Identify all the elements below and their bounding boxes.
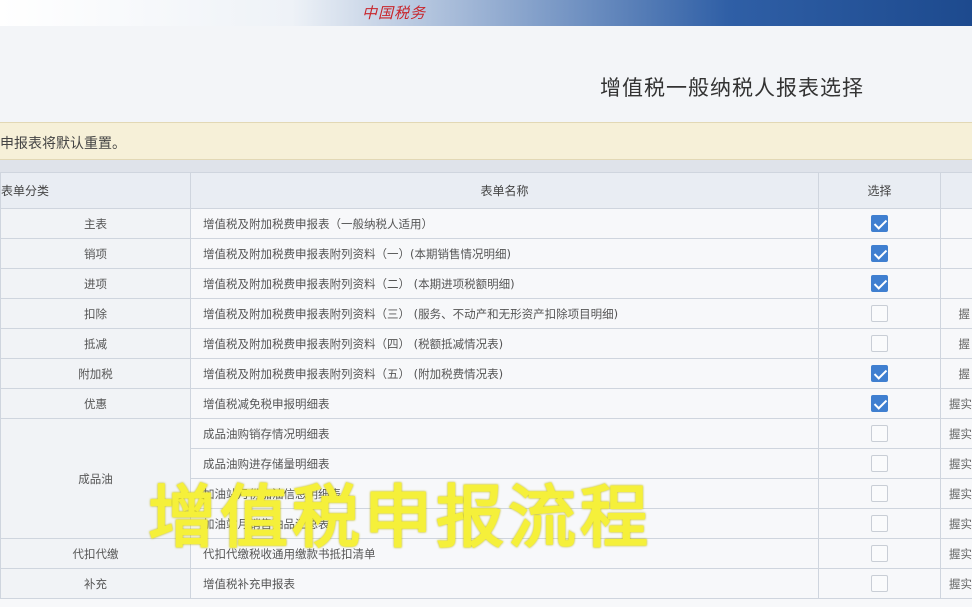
row-category: 进项 <box>0 268 191 299</box>
row-category: 销项 <box>0 238 191 269</box>
table-header-row: 表单分类 表单名称 选择 <box>0 172 972 209</box>
row-select-cell <box>818 328 941 359</box>
row-category: 补充 <box>0 568 191 599</box>
name-header: 表单名称 <box>190 172 819 209</box>
row-select-cell <box>818 358 941 389</box>
row-form-name: 成品油购销存情况明细表 <box>190 418 819 449</box>
table-row: 主表 增值税及附加税费申报表（一般纳税人适用） <box>0 208 972 239</box>
notice-bar: 申报表将默认重置。 <box>0 122 972 160</box>
row-category: 扣除 <box>0 298 191 329</box>
row-select-cell <box>818 268 941 299</box>
table-row: 附加税 增值税及附加税费申报表附列资料（五） (附加税费情况表) 握 <box>0 358 972 389</box>
select-checkbox[interactable] <box>871 395 888 412</box>
row-form-name: 增值税及附加税费申报表附列资料（四） (税额抵减情况表) <box>190 328 819 359</box>
row-extra-action[interactable]: 握实 <box>940 538 972 569</box>
video-caption-overlay: 增值税申报流程 <box>148 479 653 558</box>
select-checkbox[interactable] <box>871 485 888 502</box>
select-header: 选择 <box>818 172 941 209</box>
select-checkbox[interactable] <box>871 575 888 592</box>
extra-header <box>940 172 972 209</box>
page-title: 增值税一般纳税人报表选择 <box>600 76 864 100</box>
row-form-name: 增值税及附加税费申报表（一般纳税人适用） <box>190 208 819 239</box>
table-row: 成品油 成品油购销存情况明细表 握实 <box>0 418 972 539</box>
table-row: 扣除 增值税及附加税费申报表附列资料（三） (服务、不动产和无形资产扣除项目明细)… <box>0 298 972 329</box>
row-extra-action[interactable]: 握 <box>940 328 972 359</box>
select-checkbox[interactable] <box>871 425 888 442</box>
row-select-cell <box>818 238 941 269</box>
select-checkbox[interactable] <box>871 335 888 352</box>
row-extra-action[interactable]: 握实 <box>940 508 972 539</box>
row-category: 附加税 <box>0 358 191 389</box>
row-extra-action[interactable]: 握 <box>940 358 972 389</box>
table-row: 进项 增值税及附加税费申报表附列资料（二） (本期进项税额明细) <box>0 268 972 299</box>
row-select-cell <box>818 418 941 449</box>
row-select-cell <box>818 388 941 419</box>
site-logo: 中国税务 <box>362 4 427 22</box>
row-extra-action[interactable] <box>940 208 972 239</box>
row-form-name: 增值税减免税申报明细表 <box>190 388 819 419</box>
row-select-cell <box>818 538 941 569</box>
select-checkbox[interactable] <box>871 455 888 472</box>
row-extra-action[interactable]: 握实 <box>940 388 972 419</box>
select-checkbox[interactable] <box>871 275 888 292</box>
table-row: 优惠 增值税减免税申报明细表 握实 <box>0 388 972 419</box>
notice-text: 申报表将默认重置。 <box>0 136 126 152</box>
row-category: 优惠 <box>0 388 191 419</box>
row-form-name: 增值税及附加税费申报表附列资料（一）(本期销售情况明细) <box>190 238 819 269</box>
row-form-name: 增值税及附加税费申报表附列资料（三） (服务、不动产和无形资产扣除项目明细) <box>190 298 819 329</box>
table-row: 销项 增值税及附加税费申报表附列资料（一）(本期销售情况明细) <box>0 238 972 269</box>
select-checkbox[interactable] <box>871 545 888 562</box>
table-row: 抵减 增值税及附加税费申报表附列资料（四） (税额抵减情况表) 握 <box>0 328 972 359</box>
row-form-name: 增值税及附加税费申报表附列资料（二） (本期进项税额明细) <box>190 268 819 299</box>
row-select-cell <box>818 298 941 329</box>
select-checkbox[interactable] <box>871 245 888 262</box>
row-form-name: 增值税补充申报表 <box>190 568 819 599</box>
category-header: 表单分类 <box>0 172 191 209</box>
select-checkbox[interactable] <box>871 305 888 322</box>
row-extra-action[interactable] <box>940 238 972 269</box>
row-form-name: 增值税及附加税费申报表附列资料（五） (附加税费情况表) <box>190 358 819 389</box>
table-row: 补充 增值税补充申报表 握实 <box>0 568 972 599</box>
row-extra-action[interactable]: 握实 <box>940 568 972 599</box>
row-select-cell <box>818 508 941 539</box>
row-category: 主表 <box>0 208 191 239</box>
row-select-cell <box>818 568 941 599</box>
select-checkbox[interactable] <box>871 365 888 382</box>
row-category: 抵减 <box>0 328 191 359</box>
row-select-cell <box>818 448 941 479</box>
row-extra-action[interactable]: 握实 <box>940 478 972 509</box>
row-select-cell <box>818 208 941 239</box>
row-extra-action[interactable]: 握 <box>940 298 972 329</box>
select-checkbox[interactable] <box>871 215 888 232</box>
select-checkbox[interactable] <box>871 515 888 532</box>
top-banner: 中国税务 <box>0 0 972 26</box>
row-extra-action[interactable]: 握实 <box>940 418 972 449</box>
row-extra-action[interactable]: 握实 <box>940 448 972 479</box>
row-select-cell <box>818 478 941 509</box>
row-extra-action[interactable] <box>940 268 972 299</box>
